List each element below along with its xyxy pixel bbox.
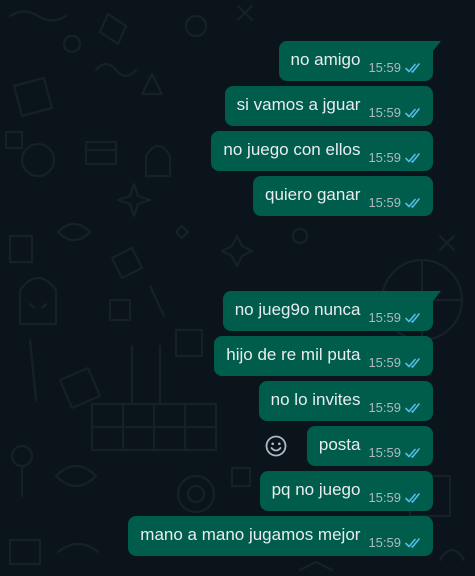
message-meta: 15:59 bbox=[368, 311, 423, 325]
chat-area: no amigo 15:59 si vamos a jguar 15:59 no… bbox=[0, 0, 475, 576]
message-time: 15:59 bbox=[368, 150, 401, 165]
message-meta: 15:59 bbox=[368, 356, 423, 370]
message-time: 15:59 bbox=[368, 195, 401, 210]
message-meta: 15:59 bbox=[368, 536, 423, 550]
double-check-icon bbox=[405, 538, 420, 548]
outgoing-message[interactable]: no amigo 15:59 bbox=[278, 41, 442, 81]
double-check-icon bbox=[405, 493, 420, 503]
outgoing-message[interactable]: si vamos a jguar 15:59 bbox=[224, 86, 433, 126]
message-time: 15:59 bbox=[368, 400, 401, 415]
smiley-face-icon[interactable] bbox=[264, 434, 288, 458]
message-meta: 15:59 bbox=[368, 196, 423, 210]
message-meta: 15:59 bbox=[368, 491, 423, 505]
message-text: no jueg9o nunca bbox=[234, 300, 361, 319]
double-check-icon bbox=[405, 313, 420, 323]
message-meta: 15:59 bbox=[368, 401, 423, 415]
message-text: no juego con ellos bbox=[223, 140, 361, 159]
message-meta: 15:59 bbox=[368, 106, 423, 120]
message-text: pq no juego bbox=[271, 480, 361, 499]
message-time: 15:59 bbox=[368, 535, 401, 550]
double-check-icon bbox=[405, 153, 420, 163]
outgoing-message[interactable]: no juego con ellos 15:59 bbox=[211, 131, 433, 171]
outgoing-message[interactable]: mano a mano jugamos mejor 15:59 bbox=[128, 516, 433, 556]
message-time: 15:59 bbox=[368, 490, 401, 505]
double-check-icon bbox=[405, 198, 420, 208]
message-meta: 15:59 bbox=[368, 151, 423, 165]
double-check-icon bbox=[405, 358, 420, 368]
message-time: 15:59 bbox=[368, 445, 401, 460]
message-text: si vamos a jguar bbox=[236, 95, 361, 114]
message-time: 15:59 bbox=[368, 355, 401, 370]
message-text: hijo de re mil puta bbox=[226, 345, 361, 364]
outgoing-message[interactable]: pq no juego 15:59 bbox=[259, 471, 433, 511]
message-meta: 15:59 bbox=[368, 61, 423, 75]
message-time: 15:59 bbox=[368, 60, 401, 75]
message-time: 15:59 bbox=[368, 310, 401, 325]
message-text: no lo invites bbox=[270, 390, 361, 409]
outgoing-message[interactable]: hijo de re mil puta 15:59 bbox=[214, 336, 433, 376]
message-text: posta bbox=[318, 435, 361, 454]
outgoing-message[interactable]: posta 15:59 bbox=[306, 426, 433, 466]
double-check-icon bbox=[405, 108, 420, 118]
outgoing-message[interactable]: quiero ganar 15:59 bbox=[252, 176, 433, 216]
outgoing-message[interactable]: no lo invites 15:59 bbox=[258, 381, 433, 421]
double-check-icon bbox=[405, 448, 420, 458]
message-meta: 15:59 bbox=[368, 446, 423, 460]
message-text: no amigo bbox=[290, 50, 361, 69]
message-text: quiero ganar bbox=[264, 185, 361, 204]
double-check-icon bbox=[405, 63, 420, 73]
double-check-icon bbox=[405, 403, 420, 413]
message-text: mano a mano jugamos mejor bbox=[140, 525, 361, 544]
outgoing-message[interactable]: no jueg9o nunca 15:59 bbox=[222, 291, 442, 331]
message-time: 15:59 bbox=[368, 105, 401, 120]
